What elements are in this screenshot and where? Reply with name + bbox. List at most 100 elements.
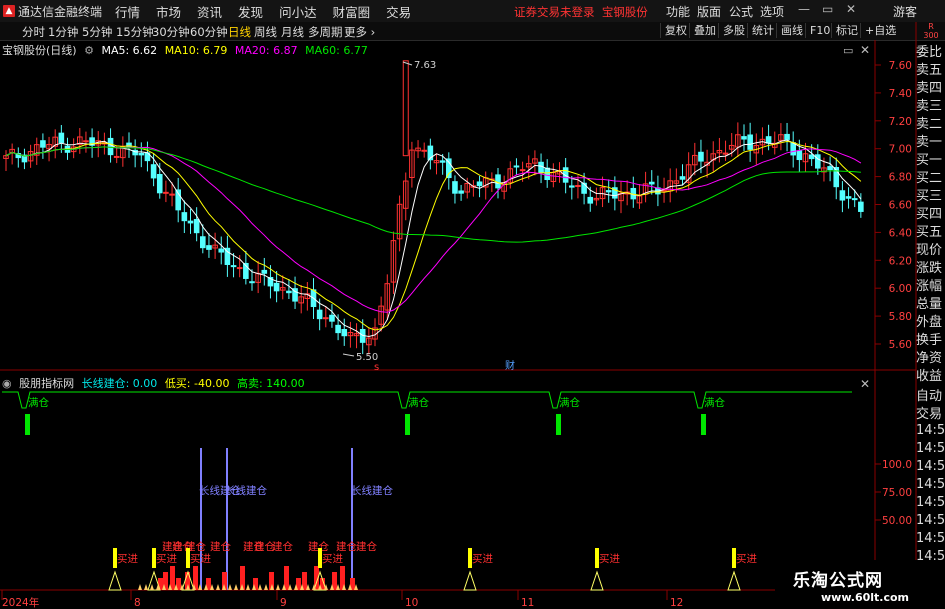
indicator-tick-label: 75.00 <box>882 487 912 499</box>
candle-body <box>839 190 846 201</box>
candle-body <box>335 324 341 334</box>
candle-body <box>316 309 323 320</box>
moving-averages <box>5 139 862 338</box>
small-signal <box>150 584 154 590</box>
gear-icon[interactable]: ⚙ <box>84 44 94 57</box>
small-signal <box>246 584 250 590</box>
ma5-line <box>5 139 862 338</box>
chart-title[interactable]: 宝钢股份(日线) <box>2 44 77 57</box>
full-position-bar <box>25 414 30 435</box>
full-position-label: 满仓 <box>408 396 429 409</box>
candle-body <box>230 265 237 268</box>
chart-legend: 宝钢股份(日线) ⚙ MA5: 6.62 MA10: 6.79 MA20: 6.… <box>2 42 372 58</box>
low-pointer <box>342 353 355 357</box>
candle-body <box>40 140 46 148</box>
close-chart-icon[interactable]: ✕ <box>860 43 870 57</box>
candle-body <box>402 60 409 157</box>
full-position-bar <box>405 414 410 435</box>
trade-time: 14:56 <box>916 423 945 438</box>
quote-field: 买二 <box>916 171 943 186</box>
candle-body <box>587 196 594 204</box>
indicator-legend: ◉ 股朋指标网 长线建仓: 0.00 低买: -40.00 高卖: 140.00 <box>2 375 309 391</box>
candle-body <box>581 182 587 194</box>
indicator-axis: 100.0 75.00 50.00 <box>875 459 912 527</box>
full-position-label: 满仓 <box>559 396 580 409</box>
candle-body <box>808 154 815 160</box>
enter-label: 买进 <box>190 553 211 565</box>
candle-body <box>439 160 446 163</box>
candle-body <box>156 174 163 194</box>
candle-body <box>858 201 864 212</box>
indicator-title[interactable]: 股朋指标网 <box>19 377 74 390</box>
candle-body <box>741 136 747 140</box>
price-tick-label: 6.00 <box>889 283 912 295</box>
quote-field[interactable]: 自动 <box>916 388 945 406</box>
date-label: 2024年 <box>2 596 39 609</box>
ma60-line <box>5 146 861 243</box>
marker-cai: 财 <box>505 359 515 372</box>
trade-time: 14:56 <box>916 513 945 528</box>
price-tick-label: 7.00 <box>889 144 912 156</box>
date-label: 11 <box>521 597 534 609</box>
candle-body <box>747 134 753 150</box>
candle-body <box>181 212 188 222</box>
kline-chart[interactable]: 7.60 7.40 7.20 7.00 6.80 6.60 6.40 6.20 6.00 5.80… <box>0 0 945 609</box>
trade-time: 14:56 <box>916 477 945 492</box>
high-pointer <box>402 61 413 66</box>
full-position-label: 满仓 <box>28 396 49 409</box>
build-label: 建仓 <box>210 540 231 553</box>
quote-field: 净资 <box>916 351 943 366</box>
low-buy-value: 低买: -40.00 <box>164 377 230 390</box>
small-signal <box>264 584 268 590</box>
candle-body <box>329 314 335 322</box>
minimize-chart-icon[interactable]: ▭ <box>843 44 853 57</box>
ma20-line <box>5 146 862 313</box>
enter-label: 买进 <box>117 553 138 565</box>
candle-body <box>58 132 65 144</box>
candle-body <box>150 164 157 179</box>
date-axis: 2024年 8 9 10 11 12 <box>1 590 683 609</box>
high-sell-value: 高卖: 140.00 <box>236 377 305 390</box>
quote-field: 买五 <box>916 225 943 240</box>
candle-body <box>784 133 790 140</box>
small-signal <box>144 584 148 590</box>
marker-s: s <box>374 362 379 373</box>
enter-triangle <box>727 570 741 591</box>
watermark: 乐淘公式网 www.60lt.com <box>775 560 945 609</box>
candle-body <box>163 191 169 194</box>
long-build-label: 长线建仓 <box>225 484 267 497</box>
candle-body <box>476 181 483 187</box>
candle-body <box>341 329 348 337</box>
quote-field: 卖三 <box>916 99 943 114</box>
date-label: 10 <box>405 597 418 609</box>
candle-body <box>107 137 114 156</box>
date-label: 9 <box>280 597 287 609</box>
candle-body <box>648 181 655 185</box>
watermark-url: www.60lt.com <box>821 591 910 604</box>
quote-field: 涨幅 <box>916 279 943 294</box>
candle-body <box>113 155 120 158</box>
candle-body <box>827 166 833 171</box>
quote-field: 换手 <box>916 333 943 348</box>
close-indicator-icon[interactable]: ✕ <box>860 377 870 391</box>
build-label: 建仓 <box>272 540 293 553</box>
ma60-value: MA60: 6.77 <box>305 44 368 57</box>
high-price-label: 7.63 <box>414 60 436 71</box>
quote-field: 买一 <box>916 153 943 168</box>
small-signal <box>234 584 238 590</box>
price-tick-label: 7.40 <box>889 88 912 100</box>
candle-body <box>286 290 292 294</box>
quote-field: 买四 <box>916 207 943 222</box>
enter-label: 买进 <box>736 553 757 565</box>
trade-time: 14:56 <box>916 495 945 510</box>
small-signal <box>258 584 262 590</box>
settings-circle-icon[interactable]: ◉ <box>2 377 12 390</box>
price-axis: 7.60 7.40 7.20 7.00 6.80 6.60 6.40 6.20 6.00 5.80… <box>875 60 912 351</box>
candle-body <box>851 198 858 201</box>
candle-body <box>323 317 329 320</box>
quote-field: 委比 <box>916 45 943 60</box>
candle-body <box>790 142 797 156</box>
long-build-value: 长线建仓: 0.00 <box>81 377 158 390</box>
date-label: 12 <box>670 597 683 609</box>
enter-triangle <box>590 570 604 591</box>
